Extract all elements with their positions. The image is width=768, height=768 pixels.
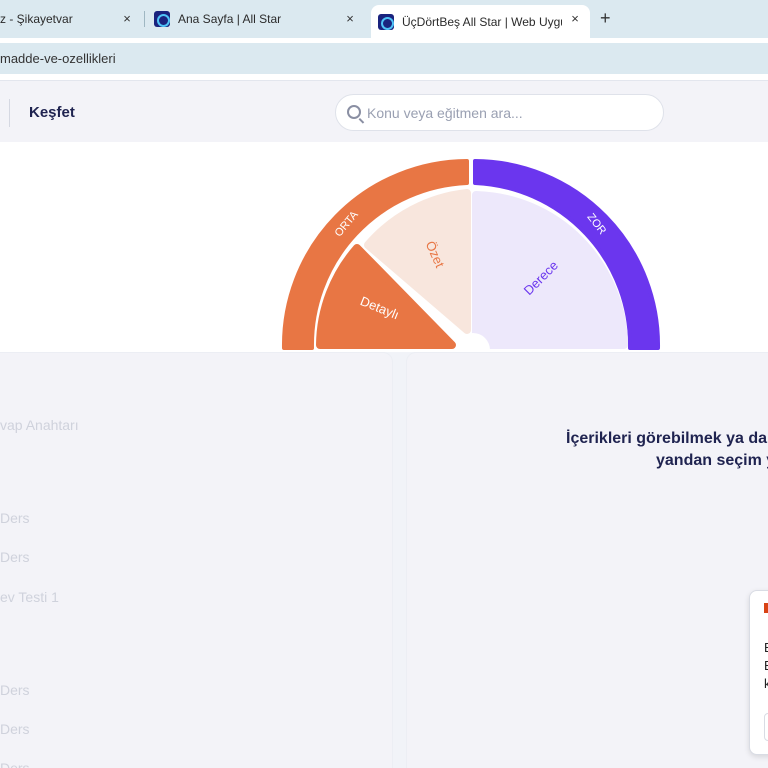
tab-ucdortbes-active[interactable]: ÜçDörtBeş All Star | Web Uygula ×	[371, 5, 590, 38]
header-divider	[9, 99, 10, 127]
notification-popup: E E k	[749, 590, 768, 755]
tab-title: z - Şikayetvar	[0, 12, 73, 26]
search-icon	[347, 105, 361, 119]
search-box[interactable]	[335, 94, 664, 131]
alert-icon	[764, 603, 768, 613]
search-input[interactable]	[367, 103, 647, 123]
list-item[interactable]: Ders	[0, 549, 30, 565]
list-item[interactable]: Ders	[0, 760, 30, 768]
difficulty-gauge: ORTA ZOR Detaylı Özet Derece	[281, 159, 661, 356]
empty-state-message-line2: yandan seçim y	[656, 452, 768, 469]
list-item[interactable]: Ders	[0, 682, 30, 698]
empty-state-message-line1: İçerikleri görebilmek ya da	[566, 430, 767, 447]
tab-title: ÜçDörtBeş All Star | Web Uygula	[402, 14, 562, 29]
close-tab-icon[interactable]: ×	[119, 11, 135, 26]
close-tab-icon[interactable]: ×	[567, 11, 583, 26]
tab-sikayetvar[interactable]: z - Şikayetvar ×	[0, 0, 140, 38]
list-item[interactable]: vap Anahtarı	[0, 417, 79, 433]
popup-text-line: k	[764, 676, 768, 691]
tab-ana-sayfa[interactable]: Ana Sayfa | All Star ×	[154, 0, 364, 38]
tab-separator	[144, 11, 145, 27]
browser-tab-bar: z - Şikayetvar × Ana Sayfa | All Star × …	[0, 0, 768, 38]
content-list-panel	[0, 352, 393, 768]
tab-title: Ana Sayfa | All Star	[178, 12, 282, 26]
close-tab-icon[interactable]: ×	[342, 11, 358, 26]
list-item[interactable]: ev Testi 1	[0, 589, 59, 605]
address-bar[interactable]: madde-ve-ozellikleri	[0, 43, 768, 74]
allstar-favicon-icon	[154, 11, 170, 27]
nav-kesfet-link[interactable]: Keşfet	[29, 104, 75, 121]
list-item[interactable]: Ders	[0, 510, 30, 526]
popup-text-line: E	[764, 640, 768, 655]
allstar-favicon-icon	[378, 13, 394, 30]
popup-action-button[interactable]	[764, 713, 768, 741]
content-preview-panel	[406, 352, 768, 768]
popup-text-line: E	[764, 658, 768, 673]
new-tab-button[interactable]: +	[600, 8, 611, 29]
list-item[interactable]: Ders	[0, 721, 30, 737]
address-bar-row: madde-ve-ozellikleri	[0, 38, 768, 80]
app-header: Keşfet	[0, 80, 768, 142]
